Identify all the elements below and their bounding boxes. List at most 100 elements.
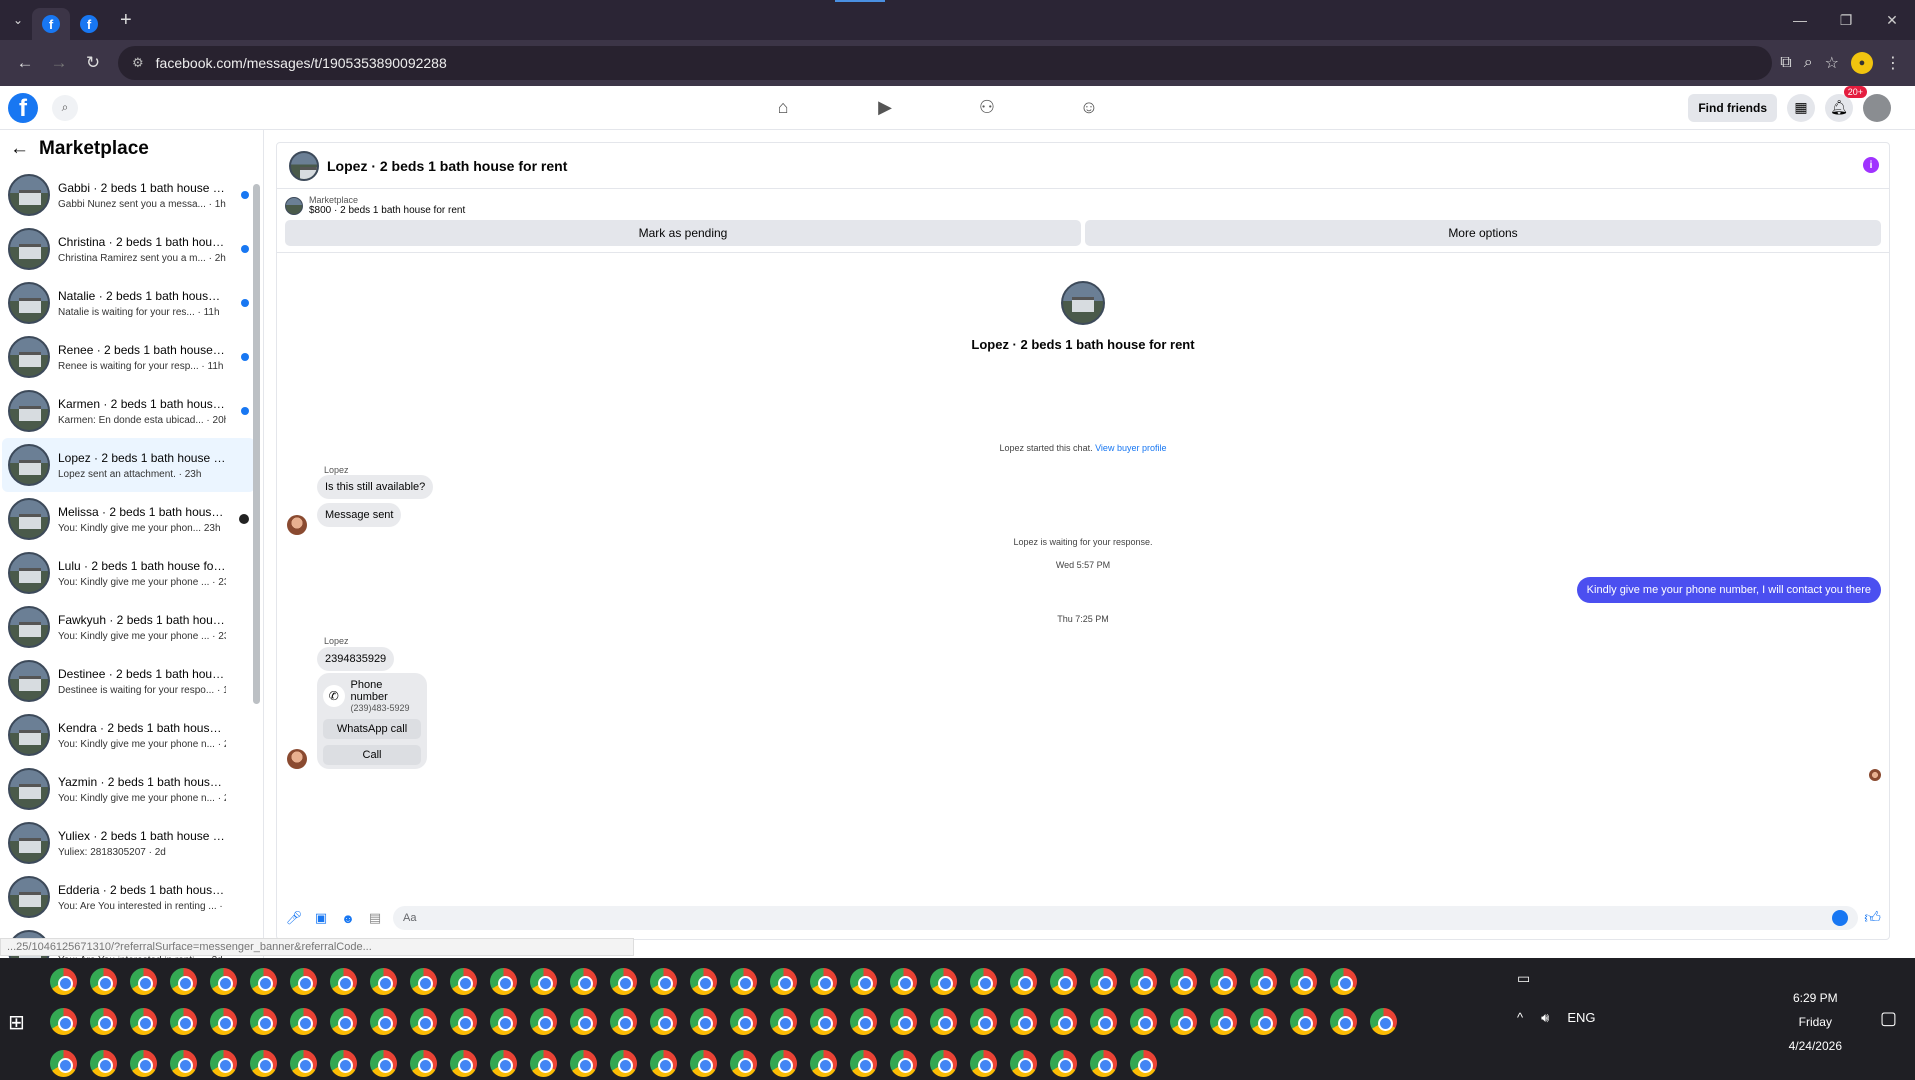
chrome-taskbar-icon[interactable] <box>770 1050 797 1077</box>
chrome-taskbar-icon[interactable] <box>250 1008 277 1035</box>
microphone-icon[interactable]: 🎤︎ <box>285 909 303 927</box>
sender-avatar[interactable] <box>287 515 307 535</box>
chrome-taskbar-icon[interactable] <box>450 1050 477 1077</box>
call-button[interactable]: Call <box>323 745 421 765</box>
photo-icon[interactable]: ▣ <box>312 909 330 927</box>
chat-title[interactable]: Lopez · 2 beds 1 bath house for rent <box>327 158 567 174</box>
chrome-taskbar-icon[interactable] <box>970 1050 997 1077</box>
chrome-taskbar-icon[interactable] <box>690 968 717 995</box>
clock[interactable]: 6:29 PM Friday 4/24/2026 <box>1789 986 1842 1058</box>
chrome-taskbar-icon[interactable] <box>1370 1008 1397 1035</box>
chrome-taskbar-icon[interactable] <box>730 968 757 995</box>
reload-icon[interactable]: ↻ <box>76 53 110 73</box>
chrome-taskbar-icon[interactable] <box>330 1050 357 1077</box>
chrome-taskbar-icon[interactable] <box>810 968 837 995</box>
bookmark-star-icon[interactable]: ☆ <box>1825 53 1839 73</box>
conversation-item[interactable]: Kendra · 2 beds 1 bath house fo... You: K… <box>2 708 255 762</box>
conversation-item[interactable]: Yuliex · 2 beds 1 bath house for ... Yuli… <box>2 816 255 870</box>
menu-dots-icon[interactable]: ⋮ <box>1885 53 1901 73</box>
chrome-taskbar-icon[interactable] <box>1010 1008 1037 1035</box>
thumbs-up-icon[interactable]: 👍︎ <box>1864 909 1881 928</box>
forward-icon[interactable]: → <box>42 53 76 73</box>
conversation-item[interactable]: Destinee · 2 beds 1 bath house f... Desti… <box>2 654 255 708</box>
chrome-taskbar-icon[interactable] <box>1050 1050 1077 1077</box>
chrome-taskbar-icon[interactable] <box>410 1008 437 1035</box>
chrome-taskbar-icon[interactable] <box>690 1008 717 1035</box>
chrome-taskbar-icon[interactable] <box>130 1008 157 1035</box>
chrome-taskbar-icon[interactable] <box>1010 1050 1037 1077</box>
new-tab-button[interactable]: + <box>120 9 132 32</box>
zoom-icon[interactable]: ⌕ <box>1804 54 1813 72</box>
chrome-taskbar-icon[interactable] <box>490 1050 517 1077</box>
site-info-icon[interactable]: ⚙ <box>132 55 144 71</box>
conversation-item[interactable]: Christina · 2 beds 1 bath hous... Christi… <box>2 222 255 276</box>
chrome-taskbar-icon[interactable] <box>370 1008 397 1035</box>
chrome-taskbar-icon[interactable] <box>50 1008 77 1035</box>
chrome-taskbar-icon[interactable] <box>970 1008 997 1035</box>
cast-icon[interactable]: ⧉ <box>1780 54 1791 72</box>
conversation-item[interactable]: Lulu · 2 beds 1 bath house for r... You: … <box>2 546 255 600</box>
chrome-taskbar-icon[interactable] <box>1010 968 1037 995</box>
chrome-taskbar-icon[interactable] <box>210 968 237 995</box>
chrome-taskbar-icon[interactable] <box>930 968 957 995</box>
chrome-taskbar-icon[interactable] <box>530 1050 557 1077</box>
conversation-item[interactable]: Renee · 2 beds 1 bath house f... Renee is… <box>2 330 255 384</box>
volume-icon[interactable]: 🔊︎ <box>1541 1010 1549 1026</box>
my-message-bubble[interactable]: Kindly give me your phone number, I will… <box>1576 577 1881 603</box>
conversation-item[interactable]: Gabbi · 2 beds 1 bath house f... Gabbi Nu… <box>2 168 255 222</box>
tab-facebook[interactable]: f <box>70 8 108 40</box>
address-bar[interactable]: ⚙ facebook.com/messages/t/19053538900922… <box>118 46 1773 80</box>
chrome-taskbar-icon[interactable] <box>1250 968 1277 995</box>
home-icon[interactable]: ⌂ <box>770 95 796 121</box>
chrome-taskbar-icon[interactable] <box>770 968 797 995</box>
minimize-icon[interactable]: — <box>1777 0 1823 40</box>
chrome-taskbar-icon[interactable] <box>1170 968 1197 995</box>
find-friends-button[interactable]: Find friends <box>1688 93 1777 122</box>
chrome-taskbar-icon[interactable] <box>570 968 597 995</box>
chrome-taskbar-icon[interactable] <box>850 968 877 995</box>
menu-grid-icon[interactable]: ▦ <box>1787 93 1815 122</box>
chrome-taskbar-icon[interactable] <box>1090 968 1117 995</box>
whatsapp-call-button[interactable]: WhatsApp call <box>323 719 421 739</box>
chrome-taskbar-icon[interactable] <box>1050 968 1077 995</box>
listing-banner[interactable]: Marketplace $800 · 2 beds 1 bath house f… <box>277 189 1889 216</box>
chrome-taskbar-icon[interactable] <box>890 968 917 995</box>
info-icon[interactable]: i <box>1863 157 1879 173</box>
sidebar-scrollbar[interactable] <box>251 170 261 710</box>
message-input[interactable]: Aa <box>393 906 1859 930</box>
chrome-taskbar-icon[interactable] <box>850 1008 877 1035</box>
chrome-taskbar-icon[interactable] <box>1090 1008 1117 1035</box>
chrome-taskbar-icon[interactable] <box>530 968 557 995</box>
chat-avatar[interactable] <box>289 150 319 181</box>
back-arrow-icon[interactable]: ← <box>10 138 29 160</box>
chrome-taskbar-icon[interactable] <box>370 968 397 995</box>
view-buyer-profile-link[interactable]: View buyer profile <box>1095 443 1166 453</box>
chrome-taskbar-icon[interactable] <box>330 1008 357 1035</box>
chrome-taskbar-icon[interactable] <box>1130 968 1157 995</box>
chrome-taskbar-icon[interactable] <box>650 1050 677 1077</box>
conversation-item[interactable]: Fawkyuh · 2 beds 1 bath house f... You: K… <box>2 600 255 654</box>
close-icon[interactable]: ✕ <box>1869 0 1915 40</box>
chrome-taskbar-icon[interactable] <box>1290 1008 1317 1035</box>
chrome-taskbar-icon[interactable] <box>810 1008 837 1035</box>
chrome-taskbar-icon[interactable] <box>1330 968 1357 995</box>
chrome-taskbar-icon[interactable] <box>290 1008 317 1035</box>
chrome-taskbar-icon[interactable] <box>130 968 157 995</box>
chrome-taskbar-icon[interactable] <box>1090 1050 1117 1077</box>
mark-pending-button[interactable]: Mark as pending <box>285 220 1081 246</box>
chrome-taskbar-icon[interactable] <box>210 1050 237 1077</box>
chrome-taskbar-icon[interactable] <box>290 968 317 995</box>
chrome-taskbar-icon[interactable] <box>170 968 197 995</box>
chrome-taskbar-icon[interactable] <box>570 1008 597 1035</box>
chrome-taskbar-icon[interactable] <box>730 1008 757 1035</box>
chrome-taskbar-icon[interactable] <box>130 1050 157 1077</box>
restore-icon[interactable]: ❐ <box>1823 0 1869 40</box>
chrome-taskbar-icon[interactable] <box>450 968 477 995</box>
language-indicator[interactable]: ENG <box>1567 1010 1595 1026</box>
message-bubble[interactable]: Is this still available? <box>317 475 434 499</box>
chrome-taskbar-icon[interactable] <box>770 1008 797 1035</box>
profile-avatar[interactable]: ● <box>1851 52 1873 74</box>
chrome-taskbar-icon[interactable] <box>410 968 437 995</box>
conversation-item[interactable]: Yazmin · 2 beds 1 bath house fo... You: K… <box>2 762 255 816</box>
chrome-taskbar-icon[interactable] <box>570 1050 597 1077</box>
